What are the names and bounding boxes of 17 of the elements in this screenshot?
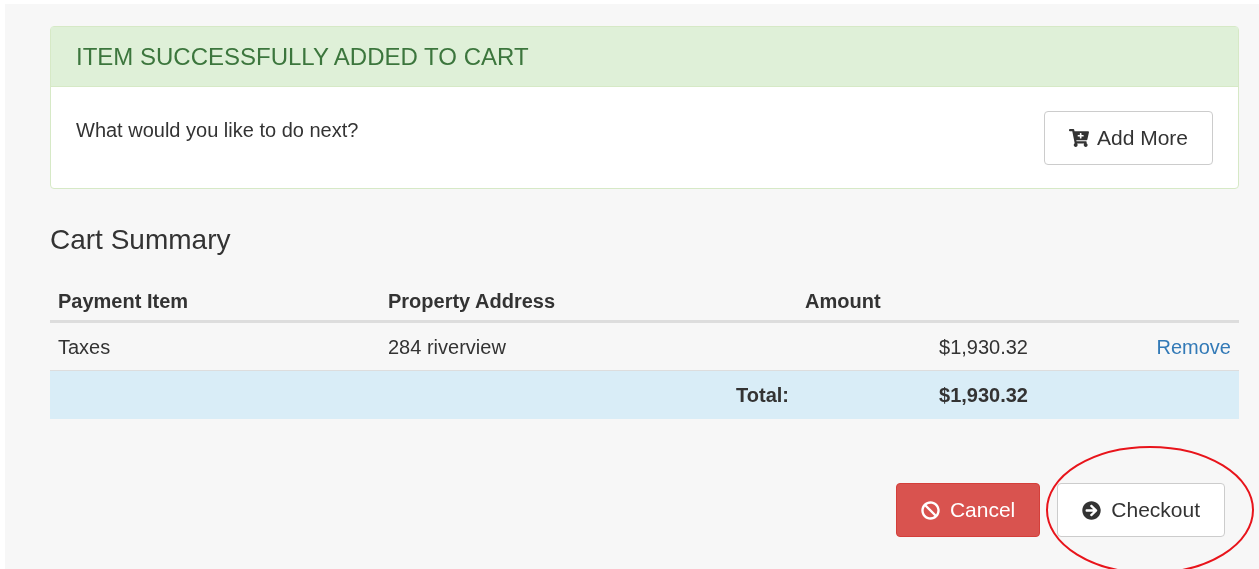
table-cell-text: 284 riverview	[387, 334, 507, 360]
table-cell-text: Taxes	[57, 334, 112, 360]
cart-title: Cart Summary	[50, 223, 231, 257]
cancel-button[interactable]: Cancel	[895, 483, 1041, 537]
checkout-button[interactable]: Checkout	[1057, 483, 1225, 537]
table-cell-text: $1,930.32	[939, 334, 1029, 360]
total-amount: $1,930.32	[939, 383, 1029, 408]
remove-link[interactable]: Remove	[1156, 331, 1238, 362]
alert-message: What would you like to do next?	[76, 118, 359, 143]
alert-title: ITEM SUCCESSFULLY ADDED TO CART	[76, 41, 529, 72]
column-header: Payment Item	[57, 288, 190, 314]
ban-icon	[920, 500, 940, 520]
total-label: Total:	[736, 383, 790, 408]
cart-plus-icon	[1068, 128, 1089, 148]
column-header: Property Address	[387, 288, 557, 314]
add-more-button[interactable]: Add More	[1043, 111, 1213, 165]
column-header: Amount	[804, 288, 882, 314]
